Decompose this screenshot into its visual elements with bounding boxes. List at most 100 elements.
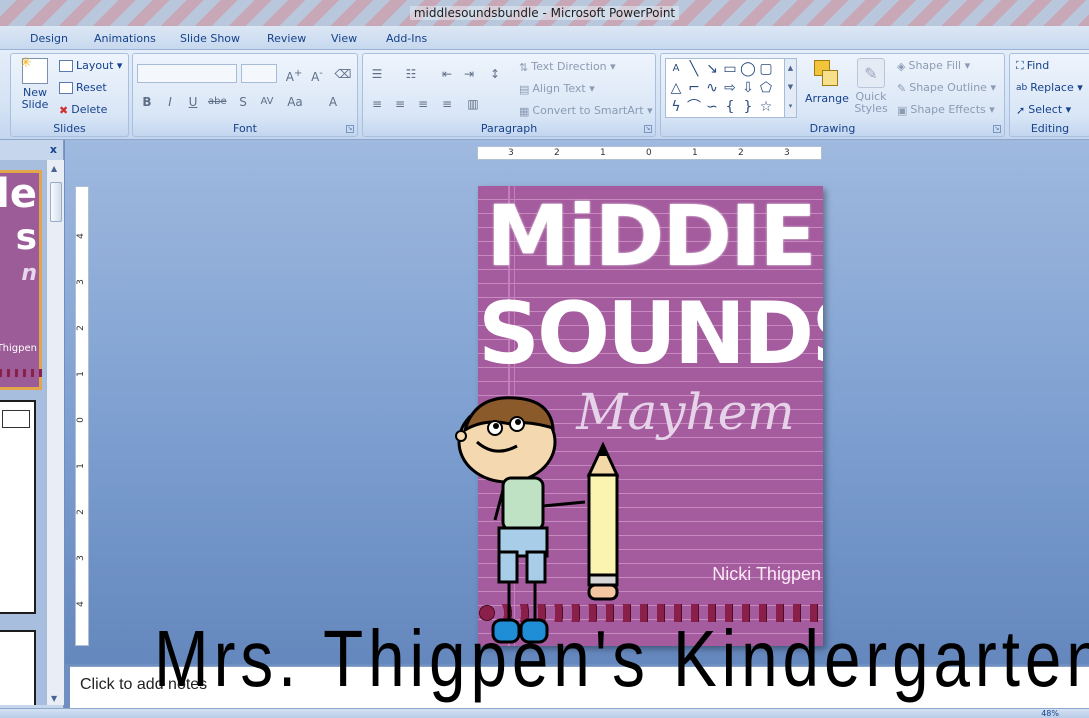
find-button[interactable]: ⛶ Find [1016,59,1049,73]
ruler-tick: 0 [646,148,652,158]
arc-shape-icon[interactable]: ⌒ [686,99,702,115]
increase-indent-icon[interactable]: ⇥ [459,64,479,82]
new-slide-button[interactable]: ✳ New Slide [17,55,53,111]
font-name-dropdown[interactable] [137,64,237,83]
replace-button[interactable]: ab Replace ▾ [1016,81,1083,94]
select-button[interactable]: ➚ Select ▾ [1016,103,1071,117]
align-left-icon[interactable]: ≡ [367,94,387,112]
grow-font-icon[interactable]: A+ [284,64,304,84]
columns-icon[interactable]: ▥ [463,94,483,112]
oval-shape-icon[interactable]: ◯ [740,61,756,77]
align-text-icon: ▤ [519,82,530,96]
layout-icon [59,60,73,72]
font-color-icon[interactable]: A [323,92,343,110]
change-case-icon[interactable]: Aa [285,92,305,110]
brace-right-shape-icon[interactable]: } [740,99,756,115]
slide-author[interactable]: Nicki Thigpen [712,564,821,585]
convert-smartart-button[interactable]: ▦ Convert to SmartArt ▾ [519,104,653,118]
line-spacing-icon[interactable]: ↕ [485,64,505,82]
tab-animations[interactable]: Animations [94,32,156,45]
font-size-dropdown[interactable] [241,64,277,83]
drawing-launcher-icon[interactable]: ↘ [993,125,1001,133]
reset-button[interactable]: Reset [59,81,107,94]
shape-outline-button[interactable]: ✎ Shape Outline ▾ [897,81,996,95]
layout-button[interactable]: Layout ▾ [59,59,122,72]
delete-button[interactable]: ✖ Delete [59,103,107,117]
textbox-shape-icon[interactable]: A [668,61,684,77]
align-center-icon[interactable]: ≡ [390,94,410,112]
slide-title-line1[interactable]: MiDDIE [478,186,823,286]
curve-shape-icon[interactable]: ∽ [704,99,720,115]
slide-title-line2[interactable]: SOUNDS [478,284,823,384]
char-spacing-icon[interactable]: AV [257,92,277,110]
tab-add-ins[interactable]: Add-Ins [386,32,427,45]
right-arrow-shape-icon[interactable]: ⇨ [722,80,738,96]
brace-left-shape-icon[interactable]: { [722,99,738,115]
text-direction-button[interactable]: ⇅ Text Direction ▾ [519,60,616,74]
font-launcher-icon[interactable]: ↘ [346,125,354,133]
bold-icon[interactable]: B [137,92,157,110]
ruler-tick: 3 [75,555,86,561]
align-text-button[interactable]: ▤ Align Text ▾ [519,82,595,96]
ruler-tick: 3 [508,148,514,158]
paragraph-launcher-icon[interactable]: ↘ [644,125,652,133]
ruler-tick: 0 [75,417,86,423]
line-shape-icon[interactable]: ╲ [686,61,702,77]
clear-format-icon[interactable]: ⌫ [333,64,353,82]
ruler-tick: 2 [75,325,86,331]
triangle-shape-icon[interactable]: △ [668,80,684,96]
slide-thumbnail-2[interactable] [0,400,36,614]
arrow-shape-icon[interactable]: ↘ [704,61,720,77]
arrange-icon [812,58,840,88]
elbow-connector-icon[interactable]: ⌐ [686,80,702,96]
thumbnail-title-fragment: le [0,171,37,217]
shape-effects-button[interactable]: ▣ Shape Effects ▾ [897,103,995,117]
numbering-icon[interactable]: ☷ [401,64,421,82]
slides-group-label: Slides [53,122,86,135]
quick-styles-button[interactable]: ✎ Quick Styles [851,58,891,115]
close-icon[interactable]: x [50,143,57,156]
rectangle-shape-icon[interactable]: ▭ [722,61,738,77]
justify-icon[interactable]: ≡ [437,94,457,112]
pentagon-shape-icon[interactable]: ⬠ [758,80,774,96]
paragraph-group: ☰ ☷ ⇤ ⇥ ↕ ≡ ≡ ≡ ≡ ▥ ⇅ Text Direction ▾ ▤ A… [362,53,656,137]
slides-panel-scrollbar[interactable]: ▲ ▼ [46,160,64,705]
ruler-tick: 2 [75,509,86,515]
shapes-gallery[interactable]: A ╲ ↘ ▭ ◯ ▢ △ ⌐ ∿ ⇨ ⇩ ⬠ ϟ ⌒ ∽ { } ☆ ▲ ▼ ▾ [665,58,797,118]
strikethrough-icon[interactable]: abe [207,92,227,110]
align-right-icon[interactable]: ≡ [413,94,433,112]
slide-thumbnail-1[interactable]: le s n Thigpen [0,170,46,390]
slides-panel: x le s n Thigpen ▲ ▼ [0,140,64,710]
star-shape-icon[interactable]: ☆ [758,99,774,115]
convert-smartart-label: Convert to SmartArt [532,104,644,117]
scrollbar-thumb[interactable] [50,182,62,222]
tab-view[interactable]: View [331,32,357,45]
bullets-icon[interactable]: ☰ [367,64,387,82]
ruler-tick: 3 [784,148,790,158]
tab-design[interactable]: Design [30,32,68,45]
ruler-tick: 4 [75,233,86,239]
underline-icon[interactable]: U [183,92,203,110]
down-arrow-shape-icon[interactable]: ⇩ [740,80,756,96]
paragraph-group-label: Paragraph [480,122,538,135]
zoom-level[interactable]: 48% [1041,709,1059,718]
curved-connector-icon[interactable]: ∿ [704,80,720,96]
arrange-button[interactable]: Arrange [805,58,849,105]
shape-fill-button[interactable]: ◈ Shape Fill ▾ [897,59,970,73]
editing-group-label: Editing [1030,122,1070,135]
ruler-tick: 2 [554,148,560,158]
shapes-gallery-scroll[interactable]: ▲ ▼ ▾ [784,59,796,117]
horizontal-ruler: 3 2 1 0 1 2 3 [477,146,822,160]
rounded-rect-shape-icon[interactable]: ▢ [758,61,774,77]
tab-review[interactable]: Review [267,32,306,45]
arrange-label: Arrange [805,92,849,105]
shrink-font-icon[interactable]: A- [307,64,327,84]
ruler-tick: 3 [75,279,86,285]
freeform-shape-icon[interactable]: ϟ [668,99,684,115]
slide-thumbnail-3[interactable] [0,630,36,705]
italic-icon[interactable]: I [160,92,180,110]
tab-slide-show[interactable]: Slide Show [180,32,240,45]
shadow-icon[interactable]: S [233,92,253,110]
layout-label: Layout [76,59,114,72]
decrease-indent-icon[interactable]: ⇤ [437,64,457,82]
